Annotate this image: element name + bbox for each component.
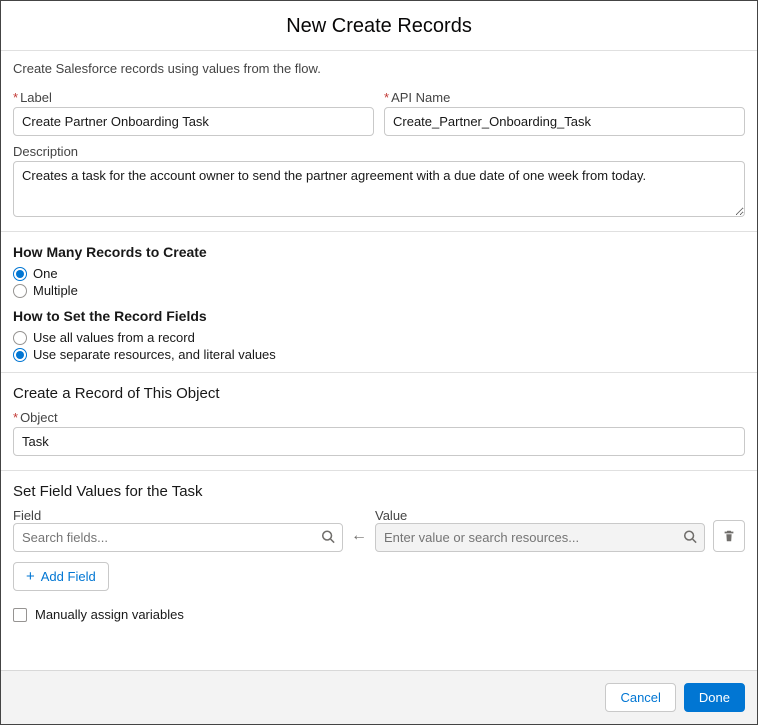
radio-icon — [13, 267, 27, 281]
modal-body: Create Salesforce records using values f… — [1, 51, 757, 670]
field-search-input[interactable] — [13, 523, 343, 552]
object-field-label: Object — [13, 410, 745, 425]
arrow-left-icon: ← — [351, 520, 367, 552]
radio-one[interactable]: One — [13, 266, 745, 281]
value-search-input[interactable] — [375, 523, 705, 552]
radio-separate-label: Use separate resources, and literal valu… — [33, 347, 276, 362]
add-field-button[interactable]: + Add Field — [13, 562, 109, 591]
field-column-label: Field — [13, 508, 41, 523]
description-field-label: Description — [13, 144, 745, 159]
label-input[interactable] — [13, 107, 374, 136]
done-button[interactable]: Done — [684, 683, 745, 712]
api-name-input[interactable] — [384, 107, 745, 136]
radio-one-label: One — [33, 266, 58, 281]
intro-text: Create Salesforce records using values f… — [13, 61, 745, 76]
how-many-heading: How Many Records to Create — [13, 244, 745, 260]
add-field-label: Add Field — [41, 569, 96, 584]
how-set-heading: How to Set the Record Fields — [13, 308, 745, 324]
description-textarea[interactable] — [13, 161, 745, 217]
radio-icon — [13, 348, 27, 362]
manual-assign-label: Manually assign variables — [35, 607, 184, 622]
radio-icon — [13, 331, 27, 345]
plus-icon: + — [26, 569, 35, 584]
trash-icon — [722, 529, 736, 543]
radio-all-values[interactable]: Use all values from a record — [13, 330, 745, 345]
how-many-radio-group: One Multiple — [13, 266, 745, 298]
radio-icon — [13, 284, 27, 298]
create-records-modal: New Create Records Create Salesforce rec… — [0, 0, 758, 725]
radio-multiple-label: Multiple — [33, 283, 78, 298]
radio-separate[interactable]: Use separate resources, and literal valu… — [13, 347, 745, 362]
field-values-heading: Set Field Values for the Task — [13, 483, 745, 500]
how-set-radio-group: Use all values from a record Use separat… — [13, 330, 745, 362]
modal-footer: Cancel Done — [1, 670, 757, 724]
radio-all-values-label: Use all values from a record — [33, 330, 195, 345]
object-input[interactable] — [13, 427, 745, 456]
label-field-label: Label — [13, 90, 374, 105]
checkbox-icon — [13, 608, 27, 622]
cancel-button[interactable]: Cancel — [605, 683, 675, 712]
modal-title: New Create Records — [1, 1, 757, 51]
object-section-heading: Create a Record of This Object — [13, 385, 745, 402]
api-name-field-label: API Name — [384, 90, 745, 105]
value-column-label: Value — [375, 508, 407, 523]
radio-multiple[interactable]: Multiple — [13, 283, 745, 298]
delete-row-button[interactable] — [713, 520, 745, 552]
manual-assign-checkbox[interactable]: Manually assign variables — [13, 607, 745, 622]
